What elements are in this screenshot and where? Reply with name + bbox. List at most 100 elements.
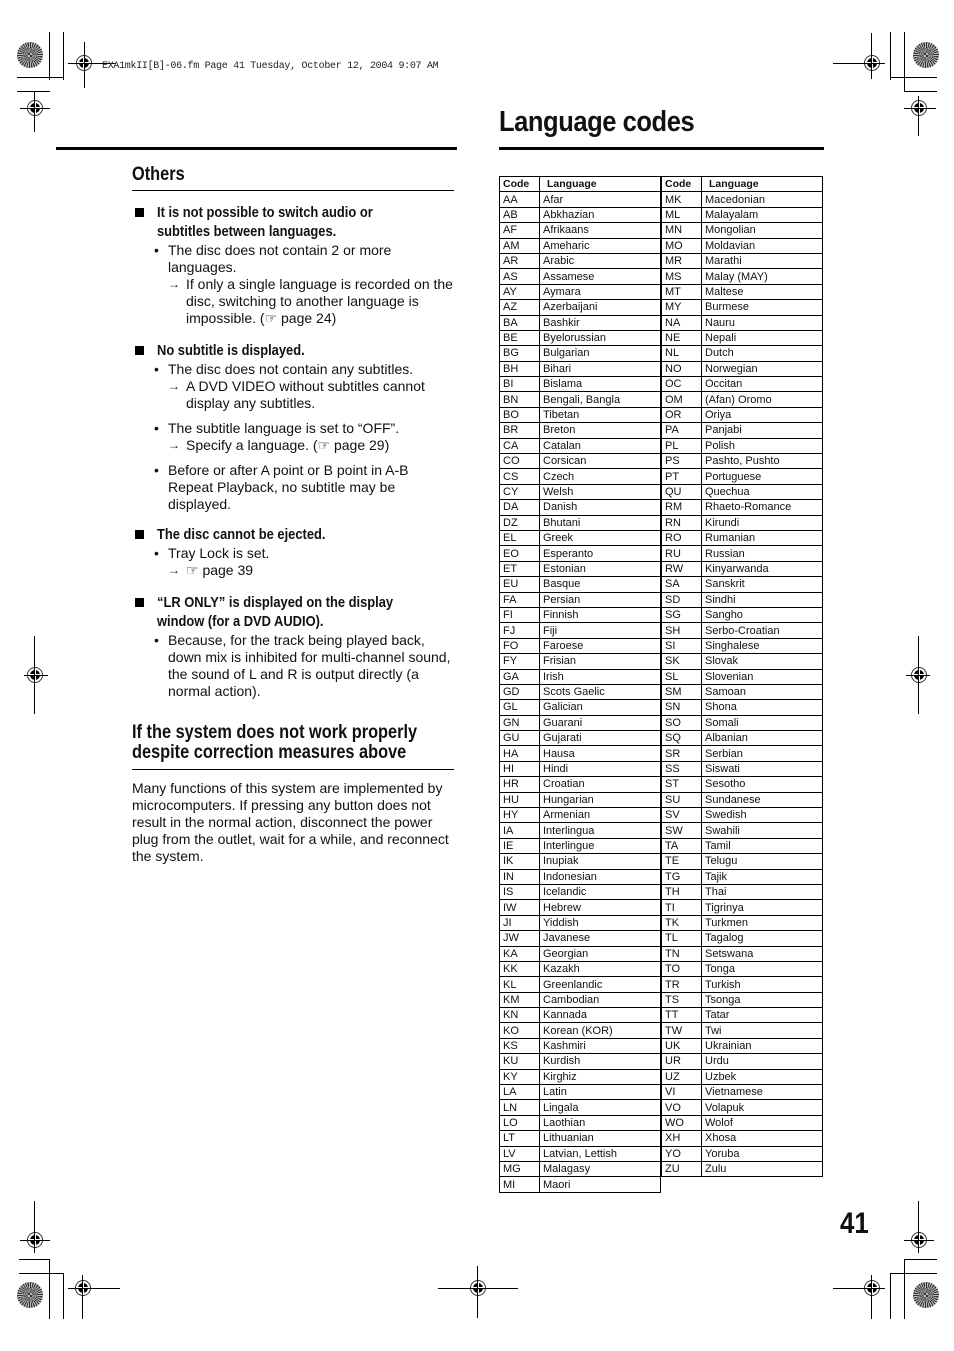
language-name-cell: Scots Gaelic	[539, 683, 661, 701]
table-row: LN Lingala	[499, 1099, 661, 1116]
table-row: ET Estonian	[499, 560, 661, 578]
crop-line	[63, 32, 64, 80]
table-row: MK Macedonian	[661, 191, 823, 208]
language-code-cell: MI	[499, 1176, 540, 1193]
language-name-cell: Sesotho	[701, 776, 823, 793]
language-code-cell: SW	[661, 822, 702, 839]
language-name-cell: Twi	[701, 1022, 823, 1039]
table-row: WO Wolof	[661, 1114, 823, 1132]
language-name-cell: Thai	[701, 883, 823, 901]
language-code-cell: HU	[499, 791, 540, 809]
language-name-cell: (Afan) Oromo	[701, 391, 823, 408]
table-row: PL Polish	[661, 437, 823, 455]
table-row: BG Bulgarian	[499, 345, 661, 362]
table-row: SS Siswati	[661, 760, 823, 778]
issue-heading: The disc cannot be ejected.	[157, 526, 326, 543]
language-code-cell: IK	[499, 853, 540, 870]
language-name-cell: Bislama	[539, 376, 661, 393]
language-code-cell: BR	[499, 422, 540, 439]
table-row: PS Pashto, Pushto	[661, 453, 823, 470]
table-row: BA Bashkir	[499, 314, 661, 331]
language-name-cell: Sanskrit	[701, 576, 823, 593]
crop-line	[918, 636, 919, 714]
language-name-cell: Tatar	[701, 1007, 823, 1024]
crop-line	[17, 77, 64, 78]
crop-line	[904, 32, 905, 92]
language-code-cell: IS	[499, 883, 540, 901]
crop-line	[918, 1201, 919, 1253]
table-row: LV Latvian, Lettish	[499, 1145, 661, 1163]
issue-item: It is not possible to switch audio or su…	[132, 203, 454, 327]
crop-line	[49, 32, 50, 80]
table-row: QU Quechua	[661, 483, 823, 501]
language-code-cell: RU	[661, 545, 702, 562]
language-name-cell: Maori	[539, 1176, 661, 1193]
cause-text: Because, for the track being played back…	[168, 632, 451, 699]
bullet-icon: •	[154, 420, 159, 436]
table-row: KS Kashmiri	[499, 1037, 661, 1055]
language-code-cell: TT	[661, 1007, 702, 1024]
language-code-cell: HA	[499, 745, 540, 762]
language-code-cell: GN	[499, 714, 540, 732]
language-code-cell: AR	[499, 252, 540, 270]
language-code-cell: TE	[661, 853, 702, 870]
language-name-cell: Korean (KOR)	[539, 1022, 661, 1039]
language-code-cell: DA	[499, 499, 540, 516]
language-name-cell: Albanian	[701, 730, 823, 747]
column-header-code: Code	[499, 175, 540, 193]
language-code-cell: SQ	[661, 730, 702, 747]
table-row: EO Esperanto	[499, 545, 661, 562]
language-code-cell: GA	[499, 668, 540, 685]
table-row: TH Thai	[661, 883, 823, 901]
table-row: MN Mongolian	[661, 222, 823, 239]
language-code-cell: VI	[661, 1084, 702, 1101]
language-name-cell: Kurdish	[539, 1053, 661, 1070]
cause-text: The disc does not contain 2 or more lang…	[168, 242, 392, 275]
language-name-cell: Frisian	[539, 653, 661, 670]
square-bullet-icon	[135, 530, 144, 539]
language-name-cell: Uzbek	[701, 1068, 823, 1086]
language-name-cell: Hindi	[539, 760, 661, 778]
table-row: BI Bislama	[499, 376, 661, 393]
table-row: KM Cambodian	[499, 991, 661, 1009]
system-reset-paragraph: Many functions of this system are implem…	[132, 780, 449, 864]
language-name-cell: Shona	[701, 699, 823, 716]
language-name-cell: Malayalam	[701, 206, 823, 224]
table-row: GL Galician	[499, 699, 661, 716]
color-rosette-icon	[913, 1282, 939, 1308]
language-name-cell: Guarani	[539, 714, 661, 732]
table-row: SA Sanskrit	[661, 576, 823, 593]
language-name-cell: Corsican	[539, 453, 661, 470]
language-code-cell: AA	[499, 191, 540, 208]
language-name-cell: Laothian	[539, 1114, 661, 1132]
table-row: TW Twi	[661, 1022, 823, 1039]
language-name-cell: Singhalese	[701, 637, 823, 655]
language-code-cell: PT	[661, 468, 702, 485]
table-row: AR Arabic	[499, 252, 661, 270]
table-row: KY Kirghiz	[499, 1068, 661, 1086]
language-code-cell: HI	[499, 760, 540, 778]
language-code-cell: SU	[661, 791, 702, 809]
table-row: TO Tonga	[661, 960, 823, 978]
arrow-right-icon: →	[168, 277, 180, 291]
table-row: TK Turkmen	[661, 914, 823, 932]
language-code-cell: FA	[499, 591, 540, 608]
language-code-cell: MY	[661, 299, 702, 316]
language-name-cell: Panjabi	[701, 422, 823, 439]
language-code-cell: NO	[661, 360, 702, 378]
language-name-cell: Kashmiri	[539, 1037, 661, 1055]
language-code-cell: LV	[499, 1145, 540, 1163]
crop-line	[82, 1275, 83, 1319]
square-bullet-icon	[135, 208, 144, 217]
language-code-cell: SL	[661, 668, 702, 685]
table-row: KO Korean (KOR)	[499, 1022, 661, 1039]
language-name-cell: Danish	[539, 499, 661, 516]
table-row: TE Telugu	[661, 853, 823, 870]
language-name-cell: Kirghiz	[539, 1068, 661, 1086]
table-row: KA Georgian	[499, 945, 661, 962]
issue-heading: It is not possible to switch audio or su…	[157, 204, 373, 240]
table-row: FY Frisian	[499, 653, 661, 670]
table-row: JW Javanese	[499, 930, 661, 947]
language-code-cell: CO	[499, 453, 540, 470]
language-code-cell: CY	[499, 483, 540, 501]
